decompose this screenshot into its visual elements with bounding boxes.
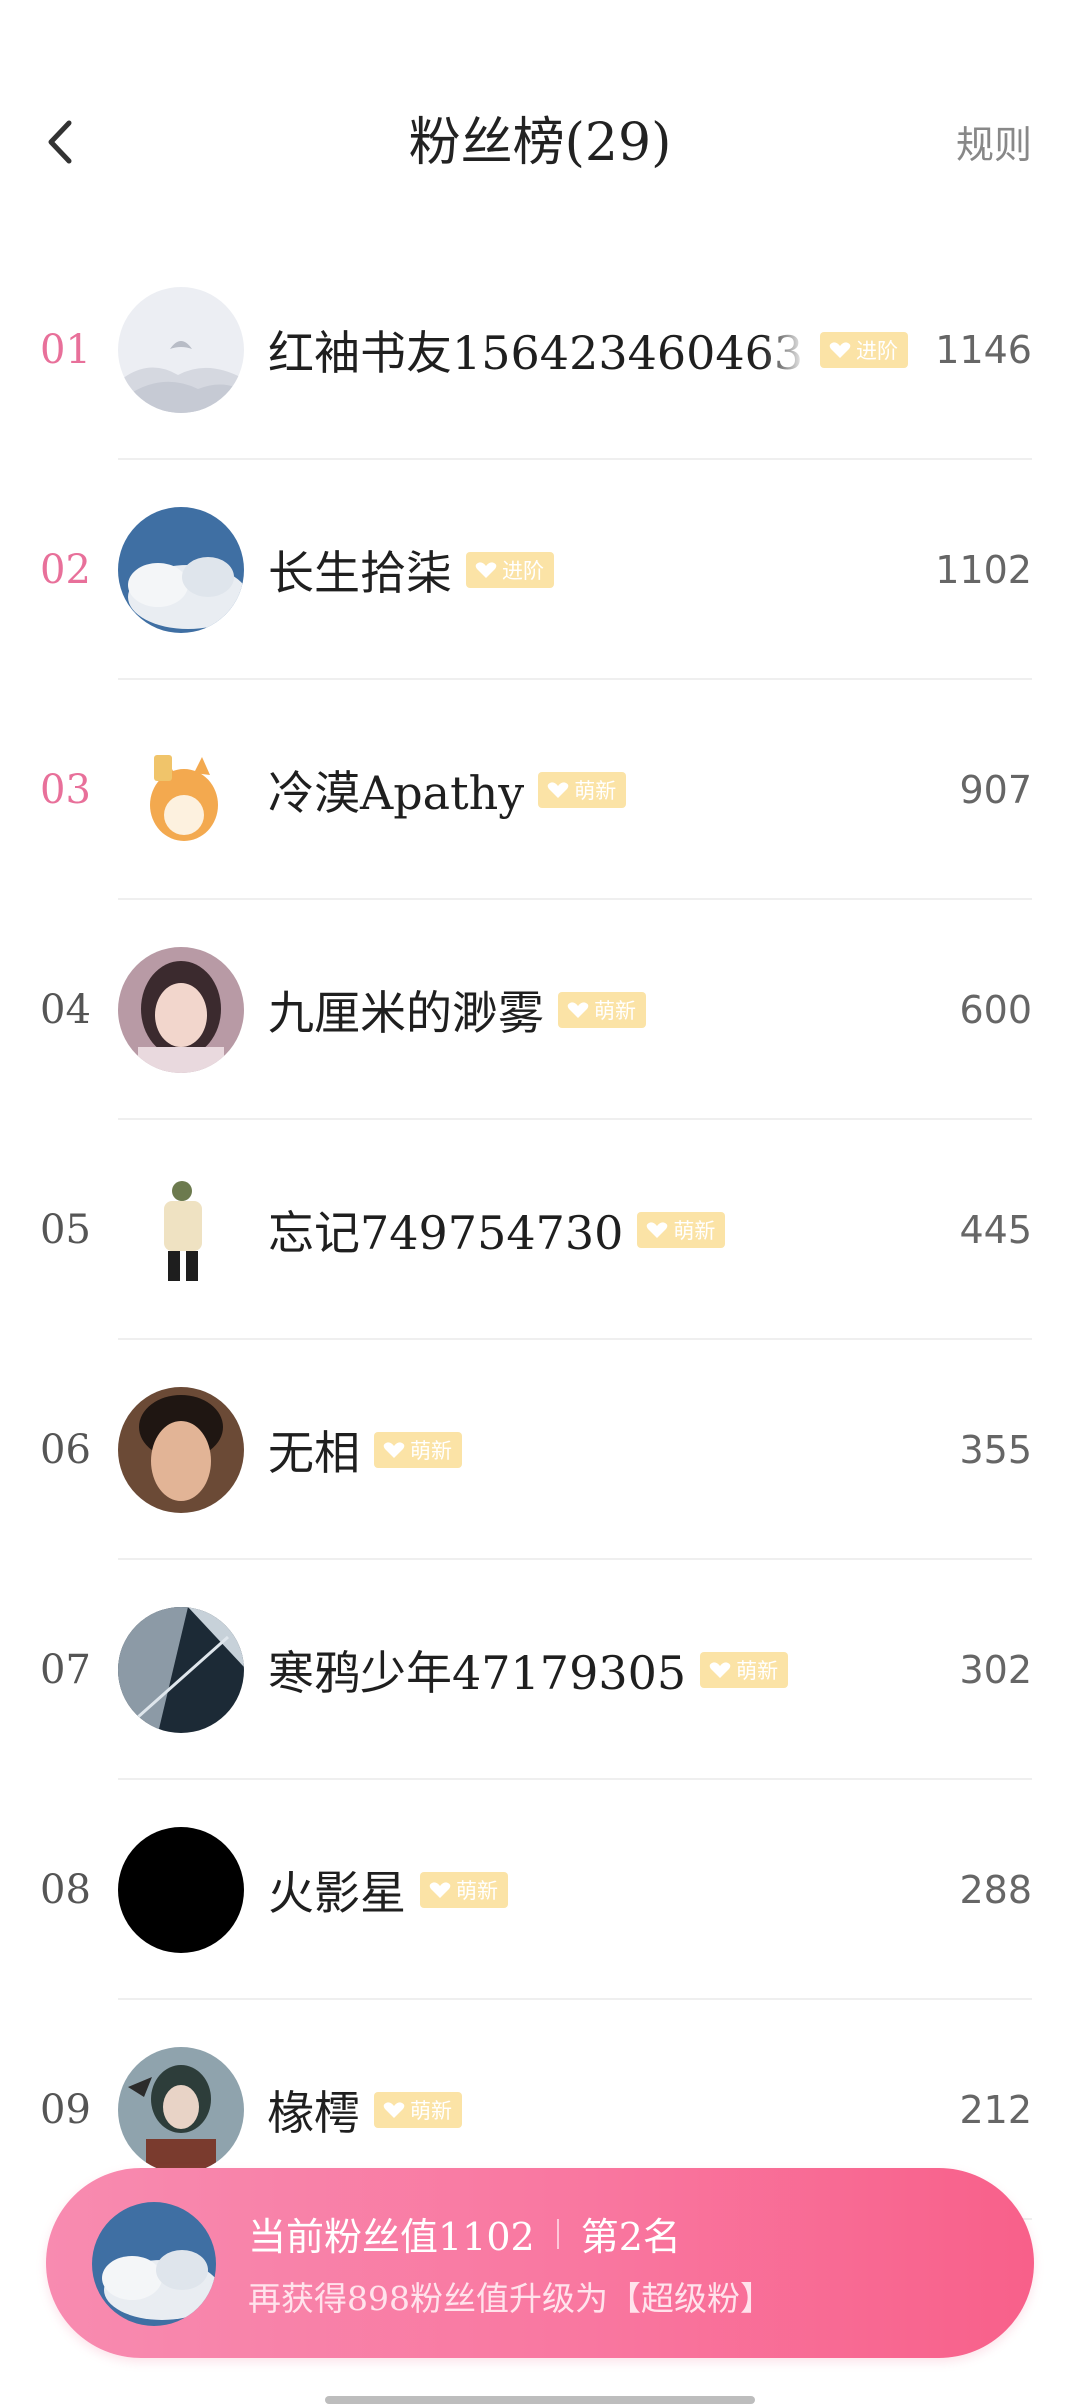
level-badge-label: 萌新 — [673, 1219, 716, 1243]
fan-name: 忘记749754730 — [268, 1206, 624, 1260]
avatar[interactable] — [118, 2047, 244, 2173]
fan-heart-icon — [475, 562, 497, 578]
level-badge: 萌新 — [558, 992, 646, 1028]
fan-heart-icon — [383, 2102, 405, 2118]
level-badge: 进阶 — [466, 552, 554, 588]
fan-score: 600 — [959, 988, 1032, 1032]
level-badge-label: 进阶 — [502, 559, 544, 583]
fan-name: 长生拾柒 — [268, 546, 452, 600]
list-item[interactable]: 03 冷漠Apathy 萌新 907 — [0, 680, 1080, 900]
avatar[interactable] — [118, 947, 244, 1073]
upgrade-hint: 再获得898粉丝值升级为【超级粉】 — [248, 2279, 773, 2318]
level-badge-label: 萌新 — [594, 999, 636, 1023]
avatar[interactable] — [118, 1607, 244, 1733]
fan-heart-icon — [383, 1442, 405, 1458]
rules-link[interactable]: 规则 — [956, 122, 1032, 168]
avatar[interactable] — [118, 1167, 244, 1293]
list-item[interactable]: 04 九厘米的渺雾 萌新 600 — [0, 900, 1080, 1120]
avatar[interactable] — [118, 507, 244, 633]
avatar[interactable] — [118, 1827, 244, 1953]
rank-number: 08 — [40, 1867, 91, 1913]
rank-number: 05 — [40, 1207, 91, 1253]
level-badge: 萌新 — [700, 1652, 789, 1688]
fan-score: 907 — [959, 768, 1032, 812]
level-badge: 萌新 — [538, 772, 627, 808]
list-item[interactable]: 07 寒鸦少年47179305 萌新 302 — [0, 1560, 1080, 1780]
fan-heart-icon — [429, 1882, 451, 1898]
my-fan-status-bar[interactable]: 当前粉丝值1102 第2名 再获得898粉丝值升级为【超级粉】 — [46, 2168, 1034, 2358]
fan-name: 无相 — [268, 1426, 360, 1480]
rank-number: 01 — [40, 327, 91, 373]
list-item[interactable]: 01 红袖书友15642346046360 进阶 1146 — [0, 240, 1080, 460]
fan-heart-icon — [547, 782, 569, 798]
my-avatar — [92, 2202, 216, 2326]
fan-heart-icon — [829, 342, 851, 358]
fan-name: 椽樗 — [268, 2086, 360, 2140]
level-badge-label: 萌新 — [736, 1659, 779, 1683]
current-rank: 第2名 — [580, 2215, 681, 2259]
fan-ranking-list: 01 红袖书友15642346046360 进阶 1146 02 长生拾柒 进阶… — [0, 240, 1080, 2220]
list-item[interactable]: 05 忘记749754730 萌新 445 — [0, 1120, 1080, 1340]
fan-name: 九厘米的渺雾 — [268, 986, 544, 1040]
avatar[interactable] — [118, 1387, 244, 1513]
top-bar: 粉丝榜(29) 规则 — [0, 0, 1080, 230]
list-item[interactable]: 08 火影星 萌新 288 — [0, 1780, 1080, 2000]
fan-name: 火影星 — [268, 1866, 406, 1920]
fan-heart-icon — [567, 1002, 589, 1018]
level-badge-label: 萌新 — [410, 2099, 452, 2123]
rank-number: 03 — [40, 767, 91, 813]
level-badge-label: 萌新 — [574, 779, 617, 803]
fan-heart-icon — [709, 1662, 731, 1678]
fan-score: 1146 — [935, 328, 1032, 372]
fan-score: 1102 — [935, 548, 1032, 592]
fan-name: 红袖书友15642346046360 — [268, 326, 806, 380]
level-badge: 进阶 — [820, 332, 908, 368]
rank-number: 04 — [40, 987, 91, 1033]
home-indicator — [325, 2396, 755, 2404]
rank-number: 02 — [40, 547, 91, 593]
fan-name: 冷漠Apathy — [268, 766, 525, 820]
level-badge-label: 萌新 — [456, 1879, 498, 1903]
fan-score: 302 — [959, 1648, 1032, 1692]
fan-score: 355 — [959, 1428, 1032, 1472]
fan-heart-icon — [647, 1222, 668, 1238]
list-item[interactable]: 02 长生拾柒 进阶 1102 — [0, 460, 1080, 680]
avatar[interactable] — [118, 287, 244, 413]
list-item[interactable]: 06 无相 萌新 355 — [0, 1340, 1080, 1560]
fan-name: 寒鸦少年47179305 — [268, 1646, 687, 1700]
level-badge: 萌新 — [374, 2092, 462, 2128]
fan-score: 445 — [959, 1208, 1032, 1252]
level-badge: 萌新 — [374, 1432, 462, 1468]
rank-number: 07 — [40, 1647, 91, 1693]
separator — [556, 2218, 559, 2249]
avatar[interactable] — [118, 727, 244, 853]
level-badge: 萌新 — [637, 1212, 726, 1248]
level-badge-label: 进阶 — [856, 339, 898, 363]
fan-score: 288 — [959, 1868, 1032, 1912]
current-fan-value: 当前粉丝值1102 — [248, 2215, 535, 2259]
rank-number: 06 — [40, 1427, 91, 1473]
page-title: 粉丝榜(29) — [408, 113, 672, 173]
level-badge: 萌新 — [420, 1872, 508, 1908]
level-badge-label: 萌新 — [410, 1439, 452, 1463]
